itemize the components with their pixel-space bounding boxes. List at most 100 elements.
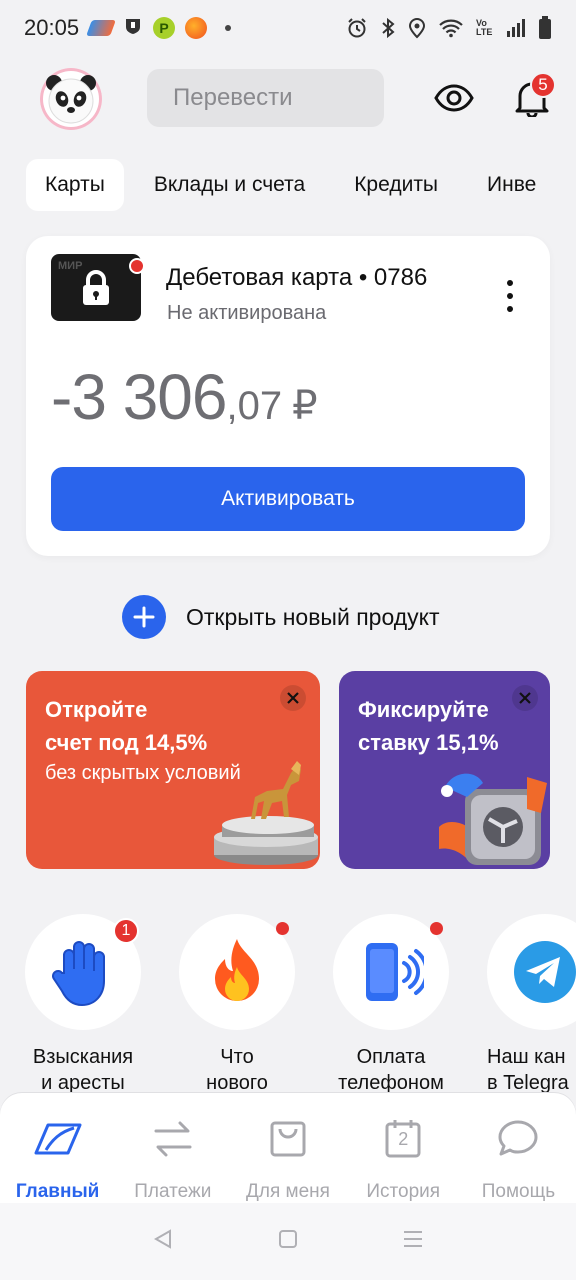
balance-currency: ₽ xyxy=(292,384,318,428)
signal-icon xyxy=(506,18,526,38)
wifi-icon xyxy=(438,18,464,38)
story-circle: 1 xyxy=(25,914,141,1030)
bottom-navigation: Главный Платежи Для меня 2 История Помощ… xyxy=(0,1093,576,1203)
system-navigation-bar xyxy=(0,1203,576,1280)
nav-label: Для меня xyxy=(246,1181,330,1202)
search-placeholder: Перевести xyxy=(173,84,293,111)
home-square-icon xyxy=(278,1230,297,1248)
more-dot xyxy=(507,280,513,286)
card-balance: -3 306 ,07 ₽ xyxy=(51,360,318,434)
promo-banner-deposit[interactable]: Откройте счет под 14,5% без скрытых усло… xyxy=(26,671,320,869)
story-telegram[interactable]: Наш кан в Telegra xyxy=(487,914,576,1096)
story-label-line1: Наш кан xyxy=(487,1046,566,1068)
menu-lines-icon xyxy=(404,1231,423,1247)
nav-payments[interactable]: Платежи xyxy=(115,1093,230,1203)
story-circle xyxy=(179,914,295,1030)
story-label: Что нового xyxy=(159,1044,315,1096)
notifications-badge: 5 xyxy=(530,72,556,98)
network-type: Vo LTE xyxy=(476,18,493,37)
nav-label: История xyxy=(366,1181,441,1202)
shield-app-icon xyxy=(123,16,143,41)
calendar-day: 2 xyxy=(398,1129,409,1149)
nav-history[interactable]: 2 История xyxy=(346,1093,461,1203)
search-input[interactable]: Перевести xyxy=(147,69,384,127)
promo-title-line1: Откройте xyxy=(45,697,148,722)
nav-home[interactable]: Главный xyxy=(0,1093,115,1203)
nav-help[interactable]: Помощь xyxy=(461,1093,576,1203)
back-triangle-icon xyxy=(153,1229,171,1249)
more-dot xyxy=(507,293,513,299)
battery-icon xyxy=(538,16,552,40)
orange-app-icon xyxy=(185,17,208,39)
more-dot xyxy=(507,306,513,312)
status-time: 20:05 xyxy=(24,15,80,40)
panda-icon xyxy=(46,75,96,124)
story-arrests[interactable]: 1 Взыскания и аресты xyxy=(25,914,141,1096)
raised-hand-icon xyxy=(52,941,105,1007)
story-badge: 1 xyxy=(113,918,139,944)
tab-credits[interactable]: Кредиты xyxy=(335,159,457,211)
transfer-arrows-icon xyxy=(154,1121,192,1157)
stories-row: 1 Взыскания и аресты Что нового Оплата т… xyxy=(0,914,576,1094)
fire-icon xyxy=(215,939,259,1001)
open-product-button[interactable]: Открыть новый продукт xyxy=(122,594,440,640)
story-label-line1: Что xyxy=(220,1046,254,1068)
tab-investments[interactable]: Инве xyxy=(468,159,555,211)
card-status: Не активирована xyxy=(167,302,327,324)
lock-icon xyxy=(83,269,109,305)
balance-fraction: ,07 xyxy=(226,384,283,428)
bluetooth-icon xyxy=(380,17,396,39)
header: Перевести 5 xyxy=(0,62,576,134)
back-button[interactable] xyxy=(152,1228,174,1255)
unread-dot xyxy=(276,922,289,935)
story-label-line1: Взыскания xyxy=(32,1046,134,1068)
story-circle xyxy=(333,914,449,1030)
story-whats-new[interactable]: Что нового xyxy=(179,914,295,1096)
product-tabs: Карты Вклады и счета Кредиты Инве xyxy=(26,159,566,211)
tinkoff-app-icon xyxy=(86,20,116,36)
story-label: Взыскания и аресты xyxy=(5,1044,161,1096)
status-bar: 20:05 P Vo LTE xyxy=(0,0,576,56)
eye-icon xyxy=(434,84,474,112)
close-promo-button[interactable] xyxy=(512,685,538,711)
promo-title-line2: ставку 15,1% xyxy=(358,730,499,755)
avatar[interactable] xyxy=(40,68,102,130)
promo-title-line2: счет под 14,5% xyxy=(45,730,208,755)
telegram-icon xyxy=(514,941,576,1003)
promo-title: Откройте счет под 14,5% xyxy=(45,693,207,759)
nav-for-me[interactable]: Для меня xyxy=(230,1093,345,1203)
story-label-line1: Оплата xyxy=(356,1046,426,1068)
nav-label: Помощь xyxy=(481,1181,556,1202)
promo-title: Фиксируйте ставку 15,1% xyxy=(358,693,499,759)
recents-button[interactable] xyxy=(402,1228,424,1255)
location-icon xyxy=(408,17,426,39)
home-system-button[interactable] xyxy=(277,1228,299,1255)
card-brand-label: МИР xyxy=(58,260,83,272)
promo-banner-rate[interactable]: Фиксируйте ставку 15,1% xyxy=(339,671,550,869)
dot-icon xyxy=(225,25,232,31)
open-product-label: Открыть новый продукт xyxy=(186,603,440,630)
nav-label: Платежи xyxy=(134,1181,212,1202)
story-phone-payment[interactable]: Оплата телефоном xyxy=(333,914,449,1096)
safe-illustration xyxy=(439,773,547,865)
close-promo-button[interactable] xyxy=(280,685,306,711)
tab-deposits[interactable]: Вклады и счета xyxy=(135,159,324,211)
shopping-bag-icon xyxy=(270,1121,306,1157)
nav-label: Главный xyxy=(15,1181,100,1202)
close-icon xyxy=(519,692,531,704)
card-alert-dot xyxy=(129,258,145,274)
unread-dot xyxy=(430,922,443,935)
tab-cards[interactable]: Карты xyxy=(26,159,124,211)
notifications-button[interactable]: 5 xyxy=(508,72,556,122)
horse-coins-illustration xyxy=(214,761,318,865)
chat-bubble-icon xyxy=(498,1120,538,1156)
card-thumbnail: МИР xyxy=(51,254,145,321)
story-circle xyxy=(487,914,576,1030)
activate-button[interactable]: Активировать xyxy=(51,467,525,531)
more-options-button[interactable] xyxy=(500,276,520,316)
debit-card-widget[interactable]: МИР Дебетовая карта • 0786 Не активирова… xyxy=(26,236,550,556)
plus-icon xyxy=(122,595,166,639)
hide-balance-button[interactable] xyxy=(432,76,476,120)
alarm-icon xyxy=(346,17,368,39)
promo-title-line1: Фиксируйте xyxy=(358,697,489,722)
